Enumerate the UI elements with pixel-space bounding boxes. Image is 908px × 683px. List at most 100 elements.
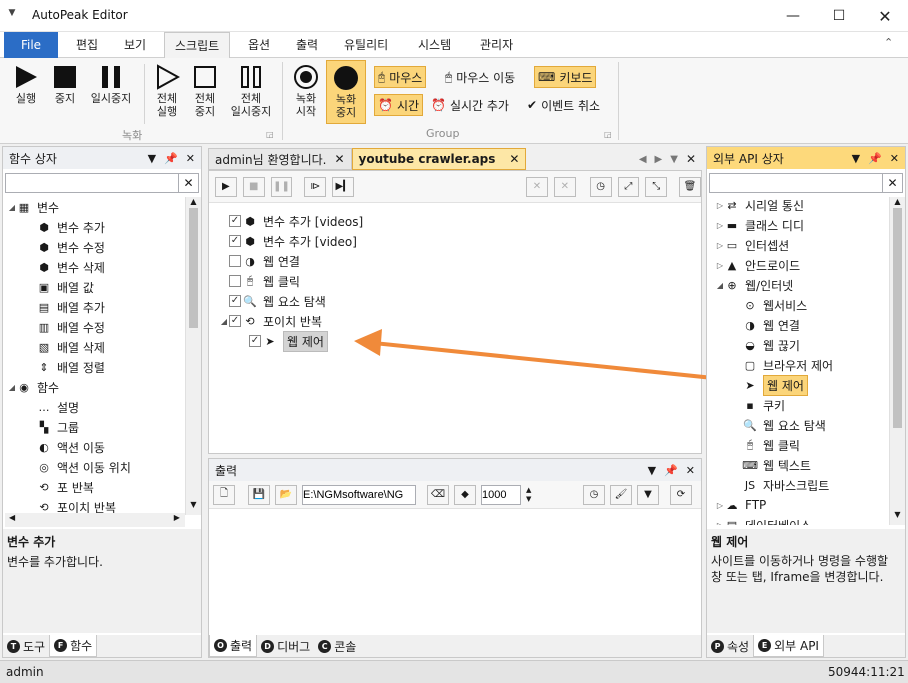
expand-icon[interactable]: ⤢ [617, 176, 640, 197]
realtime-add-toggle[interactable]: ⏰ 실시간 추가 [428, 94, 512, 116]
pin-icon[interactable]: 📌 [164, 152, 178, 165]
expand-icon[interactable]: ▷ [715, 201, 725, 210]
menu-options[interactable]: 옵션 [238, 32, 280, 58]
function-tree-item[interactable]: ▚ 그룹 [5, 417, 185, 437]
run-button[interactable]: 실행 [8, 62, 44, 105]
delay-input[interactable] [481, 484, 521, 505]
collapse-icon[interactable]: ◢ [7, 203, 17, 212]
trash-icon[interactable]: 🗑 [679, 176, 701, 197]
function-tree-item[interactable]: ▧ 배열 삭제 [5, 337, 185, 357]
dropdown-icon[interactable]: ▼ [648, 464, 656, 477]
api-tree-item[interactable]: 🔍 웹 요소 탐색 [715, 415, 887, 435]
mouse-move-toggle[interactable]: 🖱 마우스 이동 [442, 66, 518, 88]
delete-icon[interactable]: ✕ [526, 176, 548, 197]
function-tree-item[interactable]: ⟲ 포 반복 [5, 477, 185, 497]
system-menu-icon[interactable]: ▼ [6, 8, 18, 20]
minimize-button[interactable]: — [770, 0, 816, 32]
script-step[interactable]: ✓ ⬢ 변수 추가 [video] [219, 231, 689, 251]
open-folder-icon[interactable]: 📂 [275, 484, 297, 505]
close-icon[interactable]: ✕ [686, 464, 695, 477]
api-search-input[interactable] [709, 173, 883, 193]
event-cancel-toggle[interactable]: ✔ 이벤트 취소 [524, 94, 603, 116]
scroll-down-icon[interactable]: ▼ [186, 500, 201, 509]
tab-next-icon[interactable]: ▶ [655, 154, 663, 165]
function-search-input[interactable] [5, 173, 179, 193]
play-icon[interactable]: ▶ [215, 176, 237, 197]
tab-tools[interactable]: T 도구 [3, 635, 49, 657]
scroll-thumb[interactable] [189, 208, 198, 328]
function-tree-item[interactable]: ◎ 액션 이동 위치 [5, 457, 185, 477]
tab-functions[interactable]: F 함수 [49, 635, 98, 657]
script-step[interactable]: ✓ 🔍 웹 요소 탐색 [219, 291, 689, 311]
item-checkbox[interactable]: ✓ [229, 215, 241, 227]
tab-properties[interactable]: P 속성 [707, 635, 753, 657]
close-tab-icon[interactable]: ✕ [509, 152, 519, 166]
dialog-launcher-icon[interactable]: ◲ [604, 130, 612, 139]
function-tree-item[interactable]: … 설명 [5, 397, 185, 417]
menu-file[interactable]: File [4, 32, 58, 58]
time-toggle[interactable]: ⏰ 시간 [374, 94, 424, 116]
menu-admin[interactable]: 관리자 [470, 32, 523, 58]
save-icon[interactable]: 💾 [248, 484, 270, 505]
menu-view[interactable]: 보기 [114, 32, 156, 58]
tab-debug[interactable]: D 디버그 [257, 635, 314, 657]
eraser-icon[interactable]: ◆ [454, 484, 476, 505]
menu-system[interactable]: 시스템 [408, 32, 461, 58]
dropdown-icon[interactable]: ▼ [852, 152, 860, 165]
function-tree-item[interactable]: ◢ ▦ 변수 [5, 197, 185, 217]
expand-icon[interactable]: ▷ [715, 261, 725, 270]
pin-icon[interactable]: 📌 [868, 152, 882, 165]
api-tree-item[interactable]: 🖰 웹 클릭 [715, 435, 887, 455]
tab-prev-icon[interactable]: ◀ [639, 154, 647, 165]
vertical-scrollbar[interactable]: ▲ ▼ [889, 197, 905, 525]
menu-utility[interactable]: 유틸리티 [334, 32, 398, 58]
close-icon[interactable]: ✕ [186, 152, 195, 165]
api-tree-item[interactable]: ⌨ 웹 텍스트 [715, 455, 887, 475]
api-tree-item[interactable]: JS 자바스크립트 [715, 475, 887, 495]
function-tree-item[interactable]: ⬢ 변수 삭제 [5, 257, 185, 277]
scroll-right-icon[interactable]: ▶ [174, 513, 180, 522]
delay-spinner[interactable]: ▲ ▼ [526, 486, 538, 504]
pause-all-button[interactable]: 전체 일시중지 [226, 62, 276, 118]
menu-edit[interactable]: 편집 [66, 32, 108, 58]
pause-icon[interactable]: ❚❚ [270, 176, 293, 197]
collapse-icon[interactable]: ◢ [715, 281, 725, 290]
api-tree-item[interactable]: ▷ ▭ 인터셉션 [715, 235, 887, 255]
log-path-input[interactable] [302, 484, 416, 505]
scroll-left-icon[interactable]: ◀ [9, 513, 15, 522]
brush-icon[interactable]: 🖌 [610, 484, 632, 505]
collapse-icon[interactable]: ⤡ [645, 176, 668, 197]
script-step[interactable]: ◑ 웹 연결 [219, 251, 689, 271]
clear-search-button[interactable]: ✕ [883, 173, 903, 193]
function-tree-item[interactable]: ◢ ◉ 함수 [5, 377, 185, 397]
close-button[interactable]: ✕ [862, 0, 908, 32]
stop-button[interactable]: 중지 [48, 62, 82, 105]
function-tree-item[interactable]: ⇕ 배열 정렬 [5, 357, 185, 377]
paint-bucket-icon[interactable]: ▼ [637, 484, 659, 505]
api-tree-item[interactable]: ▪ 쿠키 [715, 395, 887, 415]
api-tree-item[interactable]: ⊙ 웹서비스 [715, 295, 887, 315]
vertical-scrollbar[interactable]: ▲ ▼ [185, 197, 201, 515]
stop-icon[interactable]: ■ [242, 176, 265, 197]
menu-output[interactable]: 출력 [286, 32, 328, 58]
menu-script[interactable]: 스크립트 [164, 32, 231, 59]
run-to-end-icon[interactable]: ▶▎ [332, 176, 355, 197]
script-step[interactable]: 🖰 웹 클릭 [219, 271, 689, 291]
dropdown-icon[interactable]: ▼ [148, 152, 156, 165]
clean-icon[interactable]: ⌫ [427, 484, 449, 505]
script-step[interactable]: ✓ ⬢ 변수 추가 [videos] [219, 211, 689, 231]
api-tree-item[interactable]: ◒ 웹 끊기 [715, 335, 887, 355]
mouse-toggle[interactable]: 🖰 마우스 [374, 66, 427, 88]
api-tree-item[interactable]: ▷ ☁ FTP [715, 495, 887, 515]
item-checkbox[interactable] [229, 275, 241, 287]
dialog-launcher-icon[interactable]: ◲ [266, 130, 274, 139]
item-checkbox[interactable]: ✓ [229, 315, 241, 327]
close-tab-icon[interactable]: ✕ [334, 152, 344, 166]
maximize-button[interactable]: ☐ [816, 0, 862, 32]
tab-console[interactable]: C 콘솔 [314, 635, 360, 657]
output-log-area[interactable] [209, 509, 701, 633]
tab-list-icon[interactable]: ▼ [670, 154, 678, 165]
clock-icon[interactable]: ◷ [589, 176, 612, 197]
pin-icon[interactable]: 📌 [664, 464, 678, 477]
function-tree-item[interactable]: ▤ 배열 추가 [5, 297, 185, 317]
